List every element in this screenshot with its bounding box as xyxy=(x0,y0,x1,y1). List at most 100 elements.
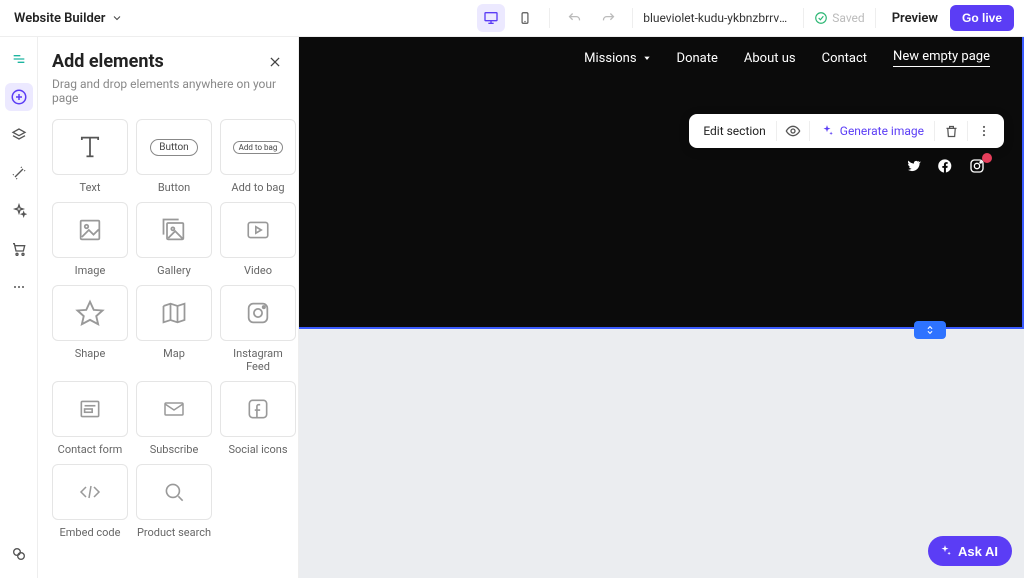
sparkles-icon xyxy=(11,203,27,219)
site-nav: Missions Donate About us Contact New emp… xyxy=(584,49,990,67)
separator xyxy=(967,121,968,141)
trash-icon xyxy=(944,124,959,139)
separator xyxy=(776,121,777,141)
redo-icon xyxy=(601,11,616,26)
star-icon xyxy=(75,298,105,328)
element-map[interactable] xyxy=(136,285,212,341)
rail-store[interactable] xyxy=(5,235,33,263)
visibility-button[interactable] xyxy=(779,117,807,145)
element-label: Shape xyxy=(75,347,106,360)
image-icon xyxy=(76,216,104,244)
nav-label: New empty page xyxy=(893,49,990,64)
element-instagram-feed[interactable] xyxy=(220,285,296,341)
element-social-icons[interactable] xyxy=(220,381,296,437)
left-rail xyxy=(0,37,38,578)
rail-logo[interactable] xyxy=(5,45,33,73)
element-product-search[interactable] xyxy=(136,464,212,520)
edit-section-button[interactable]: Edit section xyxy=(695,124,773,138)
nav-label: About us xyxy=(744,51,796,66)
site-id[interactable]: blueviolet-kudu-ykbnzbrrv4s... xyxy=(643,11,793,25)
delete-section-button[interactable] xyxy=(937,117,965,145)
element-subscribe[interactable] xyxy=(136,381,212,437)
eye-icon xyxy=(785,123,801,139)
element-contact-form[interactable] xyxy=(52,381,128,437)
nav-item-donate[interactable]: Donate xyxy=(677,51,718,66)
element-label: Social icons xyxy=(228,443,287,456)
undo-button[interactable] xyxy=(560,4,588,32)
social-icons xyxy=(904,157,986,175)
rail-help[interactable] xyxy=(5,540,33,568)
rail-layers[interactable] xyxy=(5,121,33,149)
element-add-to-bag[interactable]: Add to bag xyxy=(220,119,296,175)
social-twitter[interactable] xyxy=(904,157,922,175)
nav-item-new-empty-page[interactable]: New empty page xyxy=(893,49,990,67)
element-image[interactable] xyxy=(52,202,128,258)
addtobag-pill: Add to bag xyxy=(233,141,284,154)
social-instagram[interactable] xyxy=(968,157,986,175)
element-shape[interactable] xyxy=(52,285,128,341)
video-icon xyxy=(243,217,273,243)
element-label: Add to bag xyxy=(231,181,284,194)
dots-horizontal-icon xyxy=(11,279,27,295)
element-button[interactable]: Button xyxy=(136,119,212,175)
separator xyxy=(875,8,876,28)
section-resize-handle[interactable] xyxy=(914,321,946,339)
go-live-button[interactable]: Go live xyxy=(950,5,1014,31)
code-icon xyxy=(74,480,106,504)
nav-item-about[interactable]: About us xyxy=(744,51,796,66)
nav-label: Donate xyxy=(677,51,718,66)
undo-icon xyxy=(567,11,582,26)
separator xyxy=(934,121,935,141)
desktop-view-button[interactable] xyxy=(477,4,505,32)
link-icon xyxy=(11,546,27,562)
selected-section[interactable]: Missions Donate About us Contact New emp… xyxy=(299,37,1024,329)
map-icon xyxy=(159,299,189,327)
social-facebook[interactable] xyxy=(936,157,954,175)
rail-add-elements[interactable] xyxy=(5,83,33,111)
generate-image-button[interactable]: Generate image xyxy=(812,124,932,138)
separator xyxy=(632,8,633,28)
nav-item-contact[interactable]: Contact xyxy=(822,51,867,66)
close-panel-button[interactable] xyxy=(264,51,286,73)
rail-more[interactable] xyxy=(5,273,33,301)
add-elements-panel: Add elements Drag and drop elements anyw… xyxy=(38,37,299,578)
layers-icon xyxy=(11,127,27,143)
nav-label: Contact xyxy=(822,51,867,66)
element-label: Subscribe xyxy=(150,443,199,456)
rail-ai[interactable] xyxy=(5,197,33,225)
element-embed-code[interactable] xyxy=(52,464,128,520)
rail-styles[interactable] xyxy=(5,159,33,187)
element-text[interactable] xyxy=(52,119,128,175)
saved-label: Saved xyxy=(832,11,864,25)
ask-ai-button[interactable]: Ask AI xyxy=(928,536,1012,566)
element-label: Text xyxy=(80,181,101,194)
section-more-button[interactable] xyxy=(970,117,998,145)
search-icon xyxy=(161,479,187,505)
redo-button[interactable] xyxy=(594,4,622,32)
mobile-view-button[interactable] xyxy=(511,4,539,32)
preview-button[interactable]: Preview xyxy=(886,11,944,26)
saved-indicator: Saved xyxy=(814,11,864,25)
panel-title: Add elements xyxy=(52,51,164,72)
app-name: Website Builder xyxy=(14,11,105,26)
facebook-icon xyxy=(245,396,271,422)
twitter-icon xyxy=(905,158,921,174)
chevron-down-icon xyxy=(111,12,123,24)
separator xyxy=(549,8,550,28)
canvas[interactable]: Missions Donate About us Contact New emp… xyxy=(299,37,1024,578)
app-switcher[interactable]: Website Builder xyxy=(10,11,123,26)
sparkles-icon xyxy=(820,124,834,138)
wand-icon xyxy=(11,165,27,181)
text-icon xyxy=(76,133,104,161)
element-gallery[interactable] xyxy=(136,202,212,258)
element-video[interactable] xyxy=(220,202,296,258)
nav-item-missions[interactable]: Missions xyxy=(584,51,650,66)
form-icon xyxy=(75,396,105,422)
generate-label: Generate image xyxy=(840,124,924,138)
alert-badge xyxy=(982,153,992,163)
logo-icon xyxy=(11,51,27,67)
facebook-icon xyxy=(937,158,953,174)
element-label: Instagram Feed xyxy=(220,347,296,373)
section-toolbar: Edit section Generate image xyxy=(689,114,1004,148)
element-label: Contact form xyxy=(58,443,123,456)
